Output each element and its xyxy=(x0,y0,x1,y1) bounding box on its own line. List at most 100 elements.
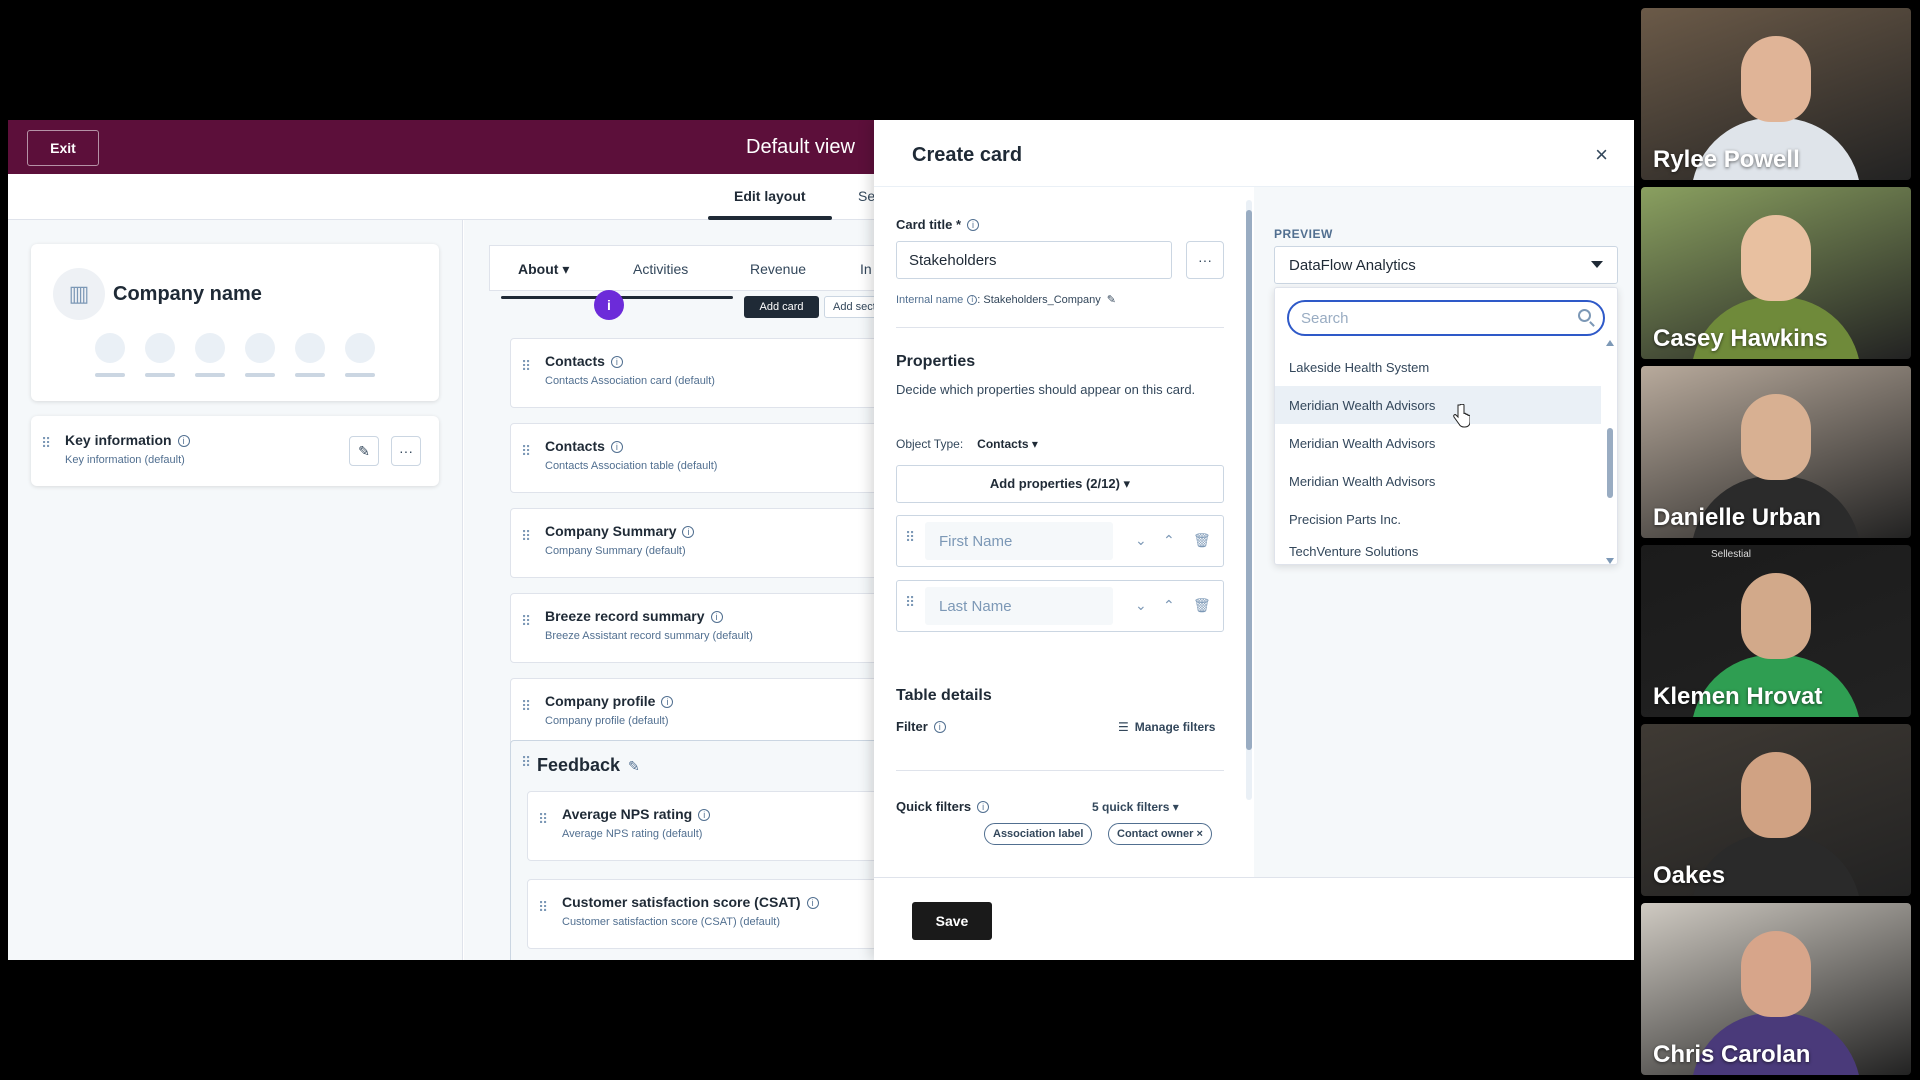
edit-pencil-icon[interactable]: ✎ xyxy=(628,758,640,774)
card-subtitle: Breeze Assistant record summary (default… xyxy=(545,630,753,642)
info-icon[interactable]: i xyxy=(610,356,623,368)
drag-handle-icon[interactable]: ⠿ xyxy=(521,529,531,543)
list-item[interactable]: TechVenture Solutions xyxy=(1275,538,1601,558)
save-button[interactable]: Save xyxy=(912,902,992,940)
manage-filters-button[interactable]: ☰ Manage filters xyxy=(1118,720,1215,734)
drag-handle-icon[interactable]: ⠿ xyxy=(521,359,531,373)
list-item[interactable]: Meridian Wealth Advisors xyxy=(1275,424,1601,462)
drag-handle-icon[interactable]: ⠿ xyxy=(521,614,531,628)
participant-tile[interactable]: Oakes xyxy=(1641,724,1911,896)
participant-tile[interactable]: Casey Hawkins xyxy=(1641,187,1911,359)
caret-down-icon xyxy=(1591,261,1603,268)
search-placeholder: Search xyxy=(1301,309,1349,327)
layout-card[interactable]: ⠿ Contacts i Contacts Association card (de… xyxy=(510,338,890,408)
quick-filter-pill[interactable]: Association label xyxy=(984,823,1093,845)
card-title-input[interactable]: Stakeholders xyxy=(896,241,1172,279)
drag-handle-icon[interactable]: ⠿ xyxy=(521,444,531,458)
object-type-dropdown[interactable]: Contacts ▾ xyxy=(977,437,1038,451)
list-item[interactable]: Lakeside Health System xyxy=(1275,348,1601,386)
info-icon[interactable]: i xyxy=(610,441,623,453)
layout-card[interactable]: ⠿ Breeze record summary i Breeze Assistant… xyxy=(510,593,890,663)
tab-about[interactable]: About ▾ xyxy=(518,261,569,278)
add-card-button[interactable]: Add card xyxy=(744,296,819,318)
dropdown-scrollbar[interactable] xyxy=(1606,340,1614,564)
card-title: Contacts xyxy=(545,353,605,369)
participant-tile[interactable]: Chris Carolan xyxy=(1641,903,1911,1075)
list-item[interactable]: Precision Parts Inc. xyxy=(1275,500,1601,538)
trash-icon[interactable]: 🗑 xyxy=(1193,532,1211,549)
card-subtitle: Company Summary (default) xyxy=(545,545,686,557)
card-title-label: Card title * xyxy=(896,217,962,232)
info-hotspot-icon[interactable]: i xyxy=(594,290,624,320)
last-name-field[interactable]: Last Name xyxy=(925,587,1113,625)
left-column: ▥ Company name ⠿ Key information i Key in… xyxy=(8,220,463,960)
key-info-title: Key information xyxy=(65,432,172,448)
info-icon[interactable]: i xyxy=(806,897,819,909)
key-information-card[interactable]: ⠿ Key information i Key information (defa… xyxy=(31,416,439,486)
more-options-icon[interactable]: ··· xyxy=(1186,241,1224,279)
edit-pencil-icon[interactable]: ✎ xyxy=(1107,294,1116,306)
divider xyxy=(896,327,1224,328)
layout-card[interactable]: ⠿ Customer satisfaction score (CSAT) i Cus… xyxy=(527,879,907,949)
filter-label: Filter xyxy=(896,719,928,734)
chevron-down-icon[interactable]: ⌄ xyxy=(1135,532,1147,549)
search-input[interactable]: Search xyxy=(1287,300,1605,336)
info-icon[interactable]: i xyxy=(661,696,674,708)
participant-tile[interactable]: Rylee Powell xyxy=(1641,8,1911,180)
close-icon[interactable]: × xyxy=(1595,142,1608,168)
layout-card[interactable]: ⠿ Average NPS rating i Average NPS rating … xyxy=(527,791,907,861)
company-building-icon: ▥ xyxy=(53,268,105,320)
tab-activities[interactable]: Activities xyxy=(633,261,688,277)
quick-actions-placeholder xyxy=(95,333,375,377)
panel-footer: Save xyxy=(874,877,1634,960)
info-icon[interactable]: i xyxy=(698,809,711,821)
info-icon[interactable]: i xyxy=(977,801,990,813)
feedback-section[interactable]: ⠿ Feedback ✎ ⠿ Average NPS rating i Average… xyxy=(510,740,907,960)
tab-edit-layout[interactable]: Edit layout xyxy=(708,188,831,220)
list-item[interactable]: Meridian Wealth Advisors xyxy=(1275,462,1601,500)
card-form: Card title * i Stakeholders ··· Internal … xyxy=(874,187,1254,877)
property-row-first-name: ⠿ First Name ⌄ ⌃ 🗑 xyxy=(896,515,1224,567)
form-scrollbar[interactable] xyxy=(1246,200,1252,800)
list-item[interactable]: Meridian Wealth Advisors xyxy=(1275,386,1601,424)
view-title: Default view xyxy=(746,136,855,158)
info-icon[interactable]: i xyxy=(682,526,695,538)
add-properties-button[interactable]: Add properties (2/12) ▾ xyxy=(896,465,1224,503)
trash-icon[interactable]: 🗑 xyxy=(1193,597,1211,614)
drag-handle-icon[interactable]: ⠿ xyxy=(538,900,548,914)
info-icon[interactable]: i xyxy=(967,295,978,305)
company-name: Company name xyxy=(113,283,262,305)
drag-handle-icon[interactable]: ⠿ xyxy=(905,530,915,544)
more-options-icon[interactable]: ··· xyxy=(391,436,421,466)
preview-record-select[interactable]: DataFlow Analytics xyxy=(1274,246,1618,284)
tab-revenue[interactable]: Revenue xyxy=(750,261,806,277)
layout-card[interactable]: ⠿ Company Summary i Company Summary (defau… xyxy=(510,508,890,578)
tab-settings-truncated[interactable]: Se xyxy=(858,188,875,204)
layout-card[interactable]: ⠿ Contacts i Contacts Association table (d… xyxy=(510,423,890,493)
chevron-up-icon[interactable]: ⌃ xyxy=(1163,532,1175,549)
first-name-field[interactable]: First Name xyxy=(925,522,1113,560)
edit-pencil-icon[interactable]: ✎ xyxy=(349,436,379,466)
info-icon[interactable]: i xyxy=(177,435,190,447)
tab-more-truncated[interactable]: In xyxy=(860,261,872,277)
card-title: Contacts xyxy=(545,438,605,454)
drag-handle-icon[interactable]: ⠿ xyxy=(41,436,51,450)
drag-handle-icon[interactable]: ⠿ xyxy=(538,812,548,826)
info-icon[interactable]: i xyxy=(710,611,723,623)
info-icon[interactable]: i xyxy=(967,219,980,231)
chevron-down-icon[interactable]: ⌄ xyxy=(1135,597,1147,614)
quick-filters-dropdown[interactable]: 5 quick filters ▾ xyxy=(1092,800,1179,814)
drag-handle-icon[interactable]: ⠿ xyxy=(521,755,531,769)
internal-name-label: Internal name xyxy=(896,294,964,306)
layout-card[interactable]: ⠿ Company profile i Company profile (defau… xyxy=(510,678,890,748)
drag-handle-icon[interactable]: ⠿ xyxy=(521,699,531,713)
filter-sliders-icon: ☰ xyxy=(1118,720,1129,734)
participant-tile[interactable]: Sellestial Klemen Hrovat xyxy=(1641,545,1911,717)
quick-filter-pill[interactable]: Contact owner × xyxy=(1108,823,1212,845)
exit-button[interactable]: Exit xyxy=(27,130,99,166)
participant-tile[interactable]: Danielle Urban xyxy=(1641,366,1911,538)
chevron-up-icon[interactable]: ⌃ xyxy=(1163,597,1175,614)
drag-handle-icon[interactable]: ⠿ xyxy=(905,595,915,609)
properties-title: Properties xyxy=(896,353,976,370)
info-icon[interactable]: i xyxy=(933,721,946,733)
